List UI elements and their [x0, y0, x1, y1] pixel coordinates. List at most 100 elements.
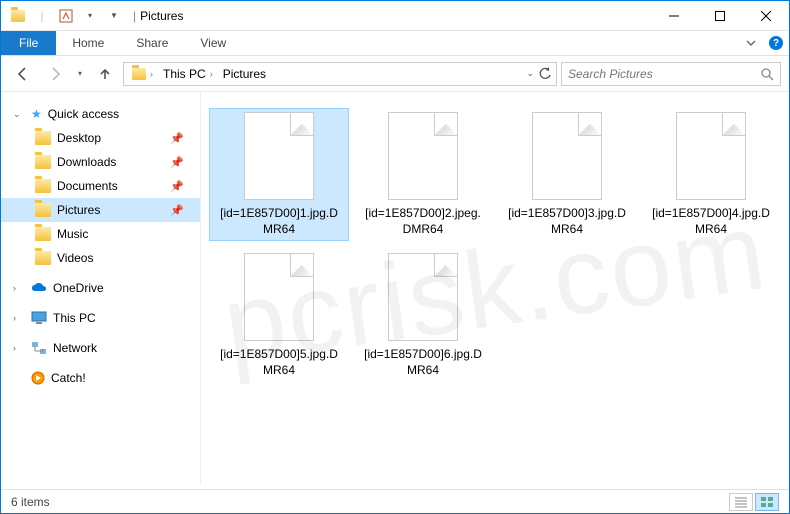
file-item[interactable]: [id=1E857D00]3.jpg.DMR64	[497, 108, 637, 241]
details-view-button[interactable]	[729, 493, 753, 511]
file-name: [id=1E857D00]4.jpg.DMR64	[645, 206, 777, 237]
nav-label: Quick access	[48, 107, 200, 121]
sidebar-item-pictures[interactable]: Pictures 📌	[1, 198, 200, 222]
view-buttons	[729, 493, 779, 511]
item-count: 6 items	[11, 495, 50, 509]
file-list[interactable]: pcrisk.com [id=1E857D00]1.jpg.DMR64[id=1…	[201, 92, 789, 483]
quick-access-toolbar: | ▾ ▼	[1, 5, 125, 27]
file-name: [id=1E857D00]5.jpg.DMR64	[213, 347, 345, 378]
file-icon	[676, 112, 746, 200]
nav-label: Network	[53, 341, 200, 355]
nav-onedrive[interactable]: › OneDrive	[1, 276, 200, 300]
recent-dropdown-icon[interactable]: ▾	[73, 60, 87, 88]
sidebar-item-videos[interactable]: Videos	[1, 246, 200, 270]
folder-icon	[35, 251, 51, 265]
sidebar-item-label: Videos	[57, 251, 200, 265]
expand-icon[interactable]: ›	[13, 283, 25, 293]
close-button[interactable]	[743, 1, 789, 31]
folder-icon	[35, 155, 51, 169]
icons-view-button[interactable]	[755, 493, 779, 511]
sidebar-item-label: Downloads	[57, 155, 164, 169]
sidebar-item-label: Documents	[57, 179, 164, 193]
nav-catch[interactable]: Catch!	[1, 366, 200, 390]
chevron-right-icon: ›	[150, 69, 153, 79]
pin-icon: 📌	[170, 156, 184, 169]
pin-icon: 📌	[170, 204, 184, 217]
star-icon: ★	[31, 107, 42, 121]
breadcrumb-pictures[interactable]: Pictures	[219, 67, 270, 81]
maximize-button[interactable]	[697, 1, 743, 31]
nav-quick-access[interactable]: ⌄ ★ Quick access	[1, 102, 200, 126]
explorer-body: ⌄ ★ Quick access Desktop📌Downloads📌Docum…	[1, 92, 789, 483]
file-item[interactable]: [id=1E857D00]2.jpeg.DMR64	[353, 108, 493, 241]
title-separator: |	[133, 9, 136, 23]
sidebar-item-music[interactable]: Music	[1, 222, 200, 246]
search-input[interactable]	[568, 67, 760, 81]
address-bar[interactable]: › This PC › Pictures ⌄	[123, 62, 557, 86]
nav-this-pc[interactable]: › This PC	[1, 306, 200, 330]
expand-icon[interactable]: ›	[13, 343, 25, 353]
qat-dropdown-icon[interactable]: ▾	[79, 5, 101, 27]
breadcrumb-label: This PC	[163, 67, 206, 81]
window-title: | Pictures	[133, 9, 183, 23]
breadcrumb-this-pc[interactable]: This PC ›	[159, 67, 217, 81]
pin-icon: 📌	[170, 132, 184, 145]
cloud-icon	[31, 282, 47, 294]
status-bar: 6 items	[1, 489, 789, 513]
file-icon	[388, 112, 458, 200]
expand-icon[interactable]: ⌄	[13, 109, 25, 120]
tab-home[interactable]: Home	[56, 31, 120, 55]
tab-view[interactable]: View	[184, 31, 242, 55]
file-icon	[244, 253, 314, 341]
file-icon	[388, 253, 458, 341]
file-name: [id=1E857D00]1.jpg.DMR64	[213, 206, 345, 237]
back-button[interactable]	[9, 60, 37, 88]
folder-icon	[35, 179, 51, 193]
file-tab[interactable]: File	[1, 31, 56, 55]
search-icon[interactable]	[760, 67, 774, 81]
catch-icon	[31, 371, 45, 385]
sidebar-item-downloads[interactable]: Downloads 📌	[1, 150, 200, 174]
file-item[interactable]: [id=1E857D00]4.jpg.DMR64	[641, 108, 781, 241]
minimize-button[interactable]	[651, 1, 697, 31]
file-item[interactable]: [id=1E857D00]1.jpg.DMR64	[209, 108, 349, 241]
monitor-icon	[31, 311, 47, 325]
file-name: [id=1E857D00]2.jpeg.DMR64	[357, 206, 489, 237]
folder-icon	[35, 203, 51, 217]
nav-label: This PC	[53, 311, 200, 325]
address-dropdown-icon[interactable]: ⌄	[526, 68, 534, 79]
qat-divider: |	[31, 5, 53, 27]
help-button[interactable]: ?	[763, 31, 789, 55]
breadcrumb-root-icon[interactable]: ›	[128, 68, 157, 80]
pin-icon: 📌	[170, 180, 184, 193]
nav-bar: ▾ › This PC › Pictures ⌄	[1, 56, 789, 92]
navigation-pane: ⌄ ★ Quick access Desktop📌Downloads📌Docum…	[1, 92, 201, 483]
refresh-icon[interactable]	[538, 67, 552, 81]
breadcrumb-label: Pictures	[223, 67, 266, 81]
sidebar-item-label: Music	[57, 227, 200, 241]
properties-icon[interactable]	[55, 5, 77, 27]
network-icon	[31, 341, 47, 355]
sidebar-item-label: Desktop	[57, 131, 164, 145]
tab-share[interactable]: Share	[120, 31, 184, 55]
file-item[interactable]: [id=1E857D00]5.jpg.DMR64	[209, 249, 349, 382]
folder-icon	[35, 227, 51, 241]
chevron-right-icon: ›	[210, 69, 213, 79]
nav-label: Catch!	[51, 371, 200, 385]
window-title-text: Pictures	[140, 9, 183, 23]
nav-label: OneDrive	[53, 281, 200, 295]
file-name: [id=1E857D00]3.jpg.DMR64	[501, 206, 633, 237]
sidebar-item-documents[interactable]: Documents 📌	[1, 174, 200, 198]
search-box[interactable]	[561, 62, 781, 86]
expand-icon[interactable]: ›	[13, 313, 25, 323]
qat-overflow-icon[interactable]: ▼	[103, 5, 125, 27]
folder-icon	[35, 131, 51, 145]
sidebar-item-label: Pictures	[57, 203, 164, 217]
up-button[interactable]	[91, 60, 119, 88]
file-icon	[244, 112, 314, 200]
sidebar-item-desktop[interactable]: Desktop 📌	[1, 126, 200, 150]
forward-button[interactable]	[41, 60, 69, 88]
file-item[interactable]: [id=1E857D00]6.jpg.DMR64	[353, 249, 493, 382]
nav-network[interactable]: › Network	[1, 336, 200, 360]
ribbon-expand-icon[interactable]	[739, 31, 763, 55]
